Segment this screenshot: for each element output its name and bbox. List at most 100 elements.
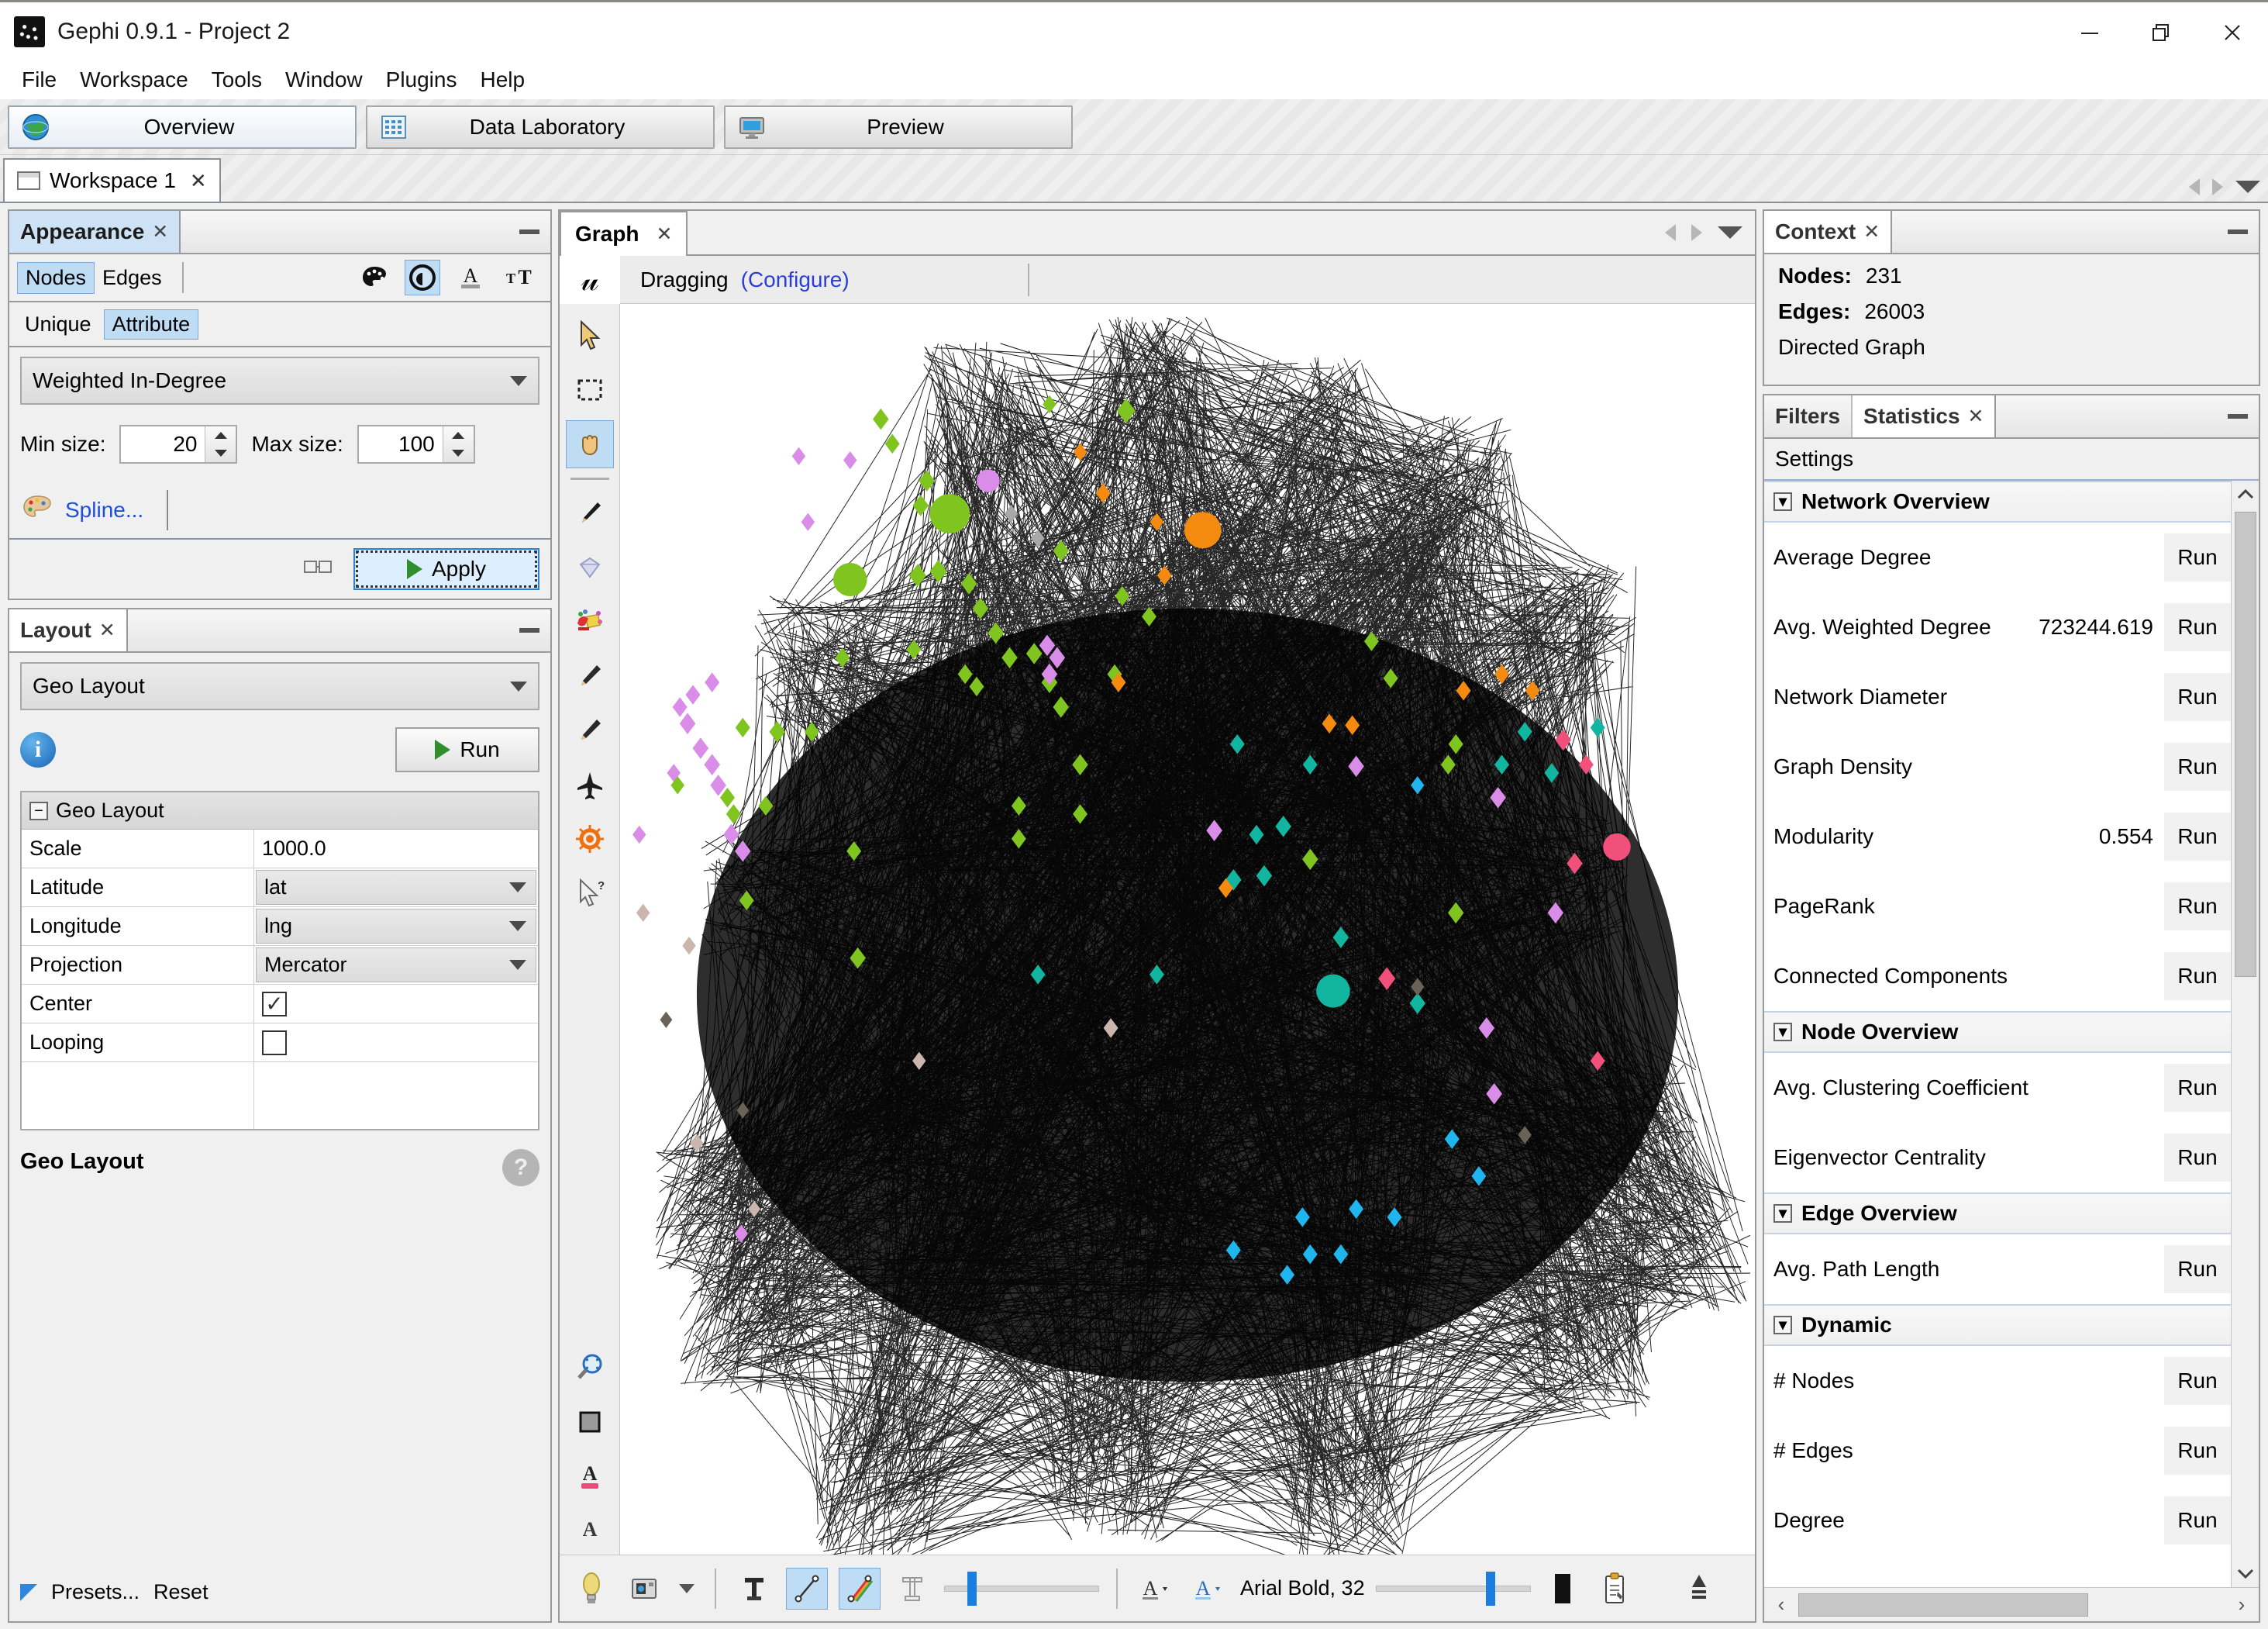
statistics-row[interactable]: Graph Density Run — [1764, 732, 2231, 802]
camera-dropdown-icon[interactable] — [676, 1568, 698, 1610]
label-color-icon[interactable]: A — [453, 260, 488, 295]
mode-button-data-laboratory[interactable]: Data Laboratory — [366, 105, 715, 149]
statistics-run-button[interactable]: Run — [2164, 1427, 2231, 1475]
increase-font-icon[interactable]: A — [1187, 1568, 1229, 1610]
layout-select[interactable]: Geo Layout — [20, 662, 539, 710]
edge-thickness-slider[interactable] — [944, 1568, 1099, 1610]
rectangle-selection-icon[interactable] — [566, 366, 614, 414]
dropdown-arrow-icon[interactable] — [1718, 226, 1742, 239]
table-row[interactable]: Looping — [22, 1023, 538, 1062]
scrollbar-thumb[interactable] — [1798, 1593, 2088, 1617]
collapse-icon[interactable]: ▾ — [1773, 1023, 1792, 1041]
cursor-help-icon[interactable]: ? — [566, 869, 614, 917]
appearance-target-edges[interactable]: Edges — [95, 263, 170, 293]
show-edges-icon[interactable] — [786, 1567, 828, 1610]
statistics-vertical-scrollbar[interactable] — [2231, 481, 2259, 1587]
show-node-labels-icon[interactable] — [733, 1568, 775, 1610]
statistics-run-button[interactable]: Run — [2164, 882, 2231, 930]
statistics-row[interactable]: Eigenvector Centrality Run — [1764, 1123, 2231, 1192]
scroll-up-icon[interactable] — [2237, 481, 2254, 509]
table-row[interactable]: Scale 1000.0 — [22, 830, 538, 868]
statistics-row[interactable]: Degree Run — [1764, 1486, 2231, 1555]
airplane-icon[interactable] — [566, 761, 614, 809]
collapse-icon[interactable]: − — [29, 801, 48, 820]
show-edge-labels-icon[interactable] — [891, 1568, 933, 1610]
graph-configure-link[interactable]: (Configure) — [741, 267, 850, 292]
graph-node[interactable] — [1316, 974, 1350, 1008]
center-checkbox[interactable]: ✓ — [262, 991, 287, 1016]
statistics-run-button[interactable]: Run — [2164, 1357, 2231, 1405]
next-arrow-icon[interactable] — [2212, 178, 2223, 195]
close-icon[interactable]: ✕ — [190, 169, 207, 193]
tab-context[interactable]: Context ✕ — [1764, 211, 1893, 253]
looping-checkbox[interactable] — [262, 1030, 287, 1055]
label-font-value[interactable]: Arial Bold, 32 — [1240, 1576, 1365, 1600]
tab-statistics[interactable]: Statistics ✕ — [1853, 395, 1997, 437]
statistics-section-header[interactable]: ▾ Edge Overview — [1764, 1192, 2231, 1234]
attribute-select[interactable]: Weighted In-Degree — [20, 357, 539, 405]
table-row[interactable]: Projection Mercator — [22, 946, 538, 985]
slider-thumb[interactable] — [967, 1571, 977, 1606]
property-value-projection[interactable]: Mercator — [256, 947, 536, 982]
minimize-icon[interactable] — [508, 211, 550, 253]
lightbulb-icon[interactable] — [570, 1568, 612, 1610]
graph-node[interactable] — [1603, 833, 1631, 861]
graph-canvas[interactable] — [620, 304, 1755, 1555]
reset-button[interactable]: Reset — [153, 1580, 209, 1604]
appearance-attribute-chip[interactable]: Attribute — [103, 309, 199, 340]
zoom-reset-icon[interactable] — [566, 1344, 614, 1392]
presets-button[interactable]: Presets... — [51, 1580, 140, 1604]
apply-button[interactable]: Apply — [353, 548, 539, 590]
scroll-right-icon[interactable]: › — [2225, 1593, 2259, 1617]
statistics-section-header[interactable]: ▾ Dynamic — [1764, 1304, 2231, 1346]
max-size-spin-buttons[interactable] — [442, 426, 474, 462]
collapse-icon[interactable]: ▾ — [1773, 492, 1792, 511]
prev-arrow-icon[interactable] — [1665, 224, 1676, 241]
diamond-shortest-path-icon[interactable] — [566, 544, 614, 592]
statistics-section-header[interactable]: ▾ Node Overview — [1764, 1011, 2231, 1053]
property-value-scale[interactable]: 1000.0 — [254, 830, 538, 868]
palette-painter-icon[interactable] — [566, 598, 614, 646]
edge-color-icon[interactable] — [839, 1567, 881, 1610]
collapse-icon[interactable]: ▾ — [1773, 1204, 1792, 1223]
background-color-icon[interactable] — [566, 1398, 614, 1446]
minimize-icon[interactable] — [2217, 211, 2259, 253]
table-row[interactable]: Latitude lat — [22, 868, 538, 907]
statistics-run-button[interactable]: Run — [2164, 1064, 2231, 1112]
statistics-run-button[interactable]: Run — [2164, 952, 2231, 1000]
label-size-slider[interactable] — [1375, 1568, 1531, 1610]
scroll-left-icon[interactable]: ‹ — [1764, 1593, 1798, 1617]
prev-arrow-icon[interactable] — [2189, 178, 2200, 195]
color-palette-icon[interactable] — [357, 260, 392, 295]
menu-window[interactable]: Window — [274, 64, 374, 95]
scrollbar-thumb[interactable] — [2234, 512, 2256, 977]
close-icon[interactable]: ✕ — [152, 220, 168, 243]
statistics-row[interactable]: Connected Components Run — [1764, 941, 2231, 1011]
graph-visualization[interactable] — [620, 304, 1755, 1555]
statistics-row[interactable]: # Edges Run — [1764, 1416, 2231, 1486]
mode-button-preview[interactable]: Preview — [724, 105, 1073, 149]
spline-link[interactable]: Spline... — [65, 498, 143, 523]
statistics-settings-label[interactable]: Settings — [1764, 439, 2259, 481]
layout-run-button[interactable]: Run — [395, 727, 539, 772]
mode-button-overview[interactable]: Overview — [8, 105, 357, 149]
label-color-swatch-icon[interactable] — [1542, 1568, 1584, 1610]
restore-icon[interactable] — [2125, 2, 2197, 63]
property-value-longitude[interactable]: lng — [256, 909, 536, 944]
close-icon[interactable]: ✕ — [656, 223, 672, 246]
property-value-center[interactable]: ✓ — [254, 985, 538, 1023]
statistics-row[interactable]: # Nodes Run — [1764, 1346, 2231, 1416]
cursor-select-icon[interactable] — [566, 312, 614, 360]
minimize-icon[interactable] — [2217, 395, 2259, 437]
spin-down-icon[interactable] — [205, 444, 236, 462]
tab-graph[interactable]: Graph ✕ — [560, 211, 688, 256]
menu-plugins[interactable]: Plugins — [375, 64, 468, 95]
statistics-row[interactable]: Modularity 0.554 Run — [1764, 802, 2231, 871]
property-value-latitude[interactable]: lat — [256, 870, 536, 905]
slider-thumb[interactable] — [1485, 1571, 1495, 1606]
label-attributes-icon[interactable] — [1594, 1568, 1636, 1610]
close-icon[interactable] — [2197, 2, 2268, 63]
statistics-run-button[interactable]: Run — [2164, 1245, 2231, 1293]
minimize-icon[interactable] — [2054, 2, 2125, 63]
table-row[interactable]: Center ✓ — [22, 985, 538, 1023]
